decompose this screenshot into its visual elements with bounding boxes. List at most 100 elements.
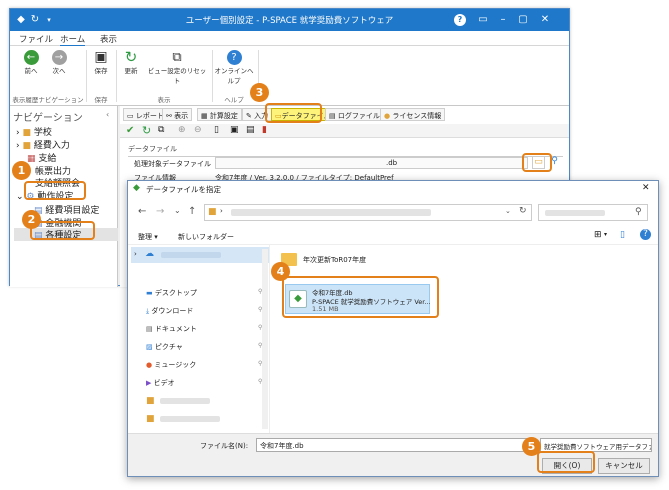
tab-display[interactable]: ⚯ 表示 — [162, 108, 193, 121]
sidebar-item-videos[interactable]: ▶ ビデオ — [146, 378, 175, 388]
help-circle-icon: ? — [226, 50, 242, 65]
arrow-right-icon: → — [51, 50, 67, 65]
sidebar-scrollbar[interactable] — [262, 249, 268, 429]
nav-header: ナビゲーション — [13, 113, 83, 124]
panel-toolbar: ✔ ↻ ⧉ ⊕ ⊖ ▯ ▣ ▤ ▮ — [120, 124, 569, 138]
key-icon: ● — [384, 112, 391, 120]
step-badge-1: 1 — [12, 161, 31, 180]
nav-item-payment[interactable]: ▦ 支給 — [27, 151, 56, 164]
highlight-file-item — [282, 276, 439, 318]
refresh-icon[interactable]: ↻ — [519, 206, 527, 216]
document-icon[interactable]: ▯ — [214, 125, 219, 135]
sidebar-item-documents[interactable]: ▤ ドキュメント — [146, 324, 197, 334]
highlight-open-button — [537, 451, 595, 473]
music-icon: ● — [146, 361, 153, 369]
check-icon[interactable]: ✔ — [126, 125, 134, 136]
folder-icon: ■ — [22, 141, 31, 151]
sidebar-item-pictures[interactable]: ▨ ピクチャ — [146, 342, 183, 352]
maximize-icon[interactable]: ▢ — [516, 13, 530, 27]
filename-input[interactable]: 令和7年度.db — [256, 438, 536, 452]
picture-icon: ▨ — [146, 343, 153, 351]
filetype-select[interactable]: 就学奨励費ソフトウェア用データファ — [540, 438, 652, 452]
arrow-left-icon: ← — [23, 50, 39, 65]
file-list: 年次更新ToR07年度 ◆ 令和7年度.db P-SPACE 就学奨励費ソフトウ… — [271, 245, 658, 433]
recent-dropdown-icon[interactable]: ⌄ — [174, 206, 181, 215]
expand-icon: › — [16, 141, 20, 151]
menu-file[interactable]: ファイル — [19, 33, 53, 45]
ribbon-toggle-icon[interactable]: ▭ — [476, 13, 490, 27]
save-button[interactable]: ▣ 保存 — [90, 49, 112, 76]
payment-icon: ▦ — [27, 154, 36, 164]
nav-item-expense[interactable]: › ■ 経費入力 — [16, 138, 70, 151]
print-icon[interactable]: ▣ — [230, 125, 239, 135]
help-icon[interactable]: ? — [640, 229, 651, 240]
filename-label: ファイル名(N): — [200, 442, 249, 450]
dialog-title: データファイルを指定 — [146, 185, 221, 194]
collapse-icon: ⌄ — [16, 192, 24, 202]
collapse-nav-icon[interactable]: ‹ — [106, 110, 109, 119]
ribbon: ← 前へ → 次へ 表示履歴ナビゲーション ▣ 保存 保存 ↻ 更新 ⧉ ビュー設定のリセ… — [10, 46, 569, 106]
video-icon: ▶ — [146, 379, 152, 387]
nav-item-school[interactable]: › ■ 学校 — [16, 125, 52, 138]
down-icon[interactable]: ⊖ — [194, 125, 202, 135]
target-file-input[interactable]: .db — [215, 157, 528, 169]
minimize-icon[interactable]: – — [496, 13, 510, 27]
reset-view-icon: ⧉ — [172, 50, 182, 65]
tab-license[interactable]: ● ライセンス情報 — [380, 108, 446, 121]
dialog-sidebar: › ☁ ▬ デスクトップ ⤓ ダウンロード ▤ ドキュメント ▨ ピクチャ ● … — [128, 245, 270, 433]
up-icon[interactable]: ⊕ — [178, 125, 186, 135]
back-button[interactable]: ← 前へ — [20, 50, 42, 75]
address-row: ← → ⌄ ↑ ■ › ⌄ ↻ ⚲ — [128, 197, 658, 227]
folder-icon: ■ — [146, 414, 155, 424]
export-icon[interactable]: ⧉ — [158, 125, 164, 135]
menu-home[interactable]: ホーム — [60, 33, 86, 47]
preview-icon[interactable]: ▤ — [246, 125, 255, 135]
group-save: 保存 — [94, 96, 108, 104]
nav-item-expense-items[interactable]: ▤ 経費項目設定 — [34, 203, 99, 216]
reset-view-button[interactable]: ⧉ ビュー設定のリセット — [146, 50, 208, 85]
sidebar-item-downloads[interactable]: ⤓ ダウンロード — [146, 306, 193, 316]
refresh-icon: ↻ — [124, 48, 138, 66]
menu-view[interactable]: 表示 — [100, 33, 117, 45]
step-badge-5: 5 — [522, 437, 541, 456]
close-icon[interactable]: ✕ — [642, 183, 650, 193]
forward-arrow-icon[interactable]: → — [156, 206, 164, 217]
search-input[interactable]: ⚲ — [538, 204, 648, 221]
save-icon: ▣ — [94, 49, 108, 65]
refresh-icon[interactable]: ↻ — [142, 124, 151, 137]
group-help: ヘルプ — [224, 96, 244, 104]
organize-menu[interactable]: 整理 ▾ — [138, 232, 158, 242]
cancel-button[interactable]: キャンセル — [598, 458, 650, 474]
step-badge-3: 3 — [250, 83, 269, 102]
view-options-icon[interactable]: ⊞ — [594, 230, 602, 240]
refresh-button[interactable]: ↻ 更新 — [120, 48, 142, 76]
new-folder-button[interactable]: 新しいフォルダー — [178, 232, 234, 242]
pdf-icon[interactable]: ▮ — [262, 125, 267, 135]
address-dropdown-icon[interactable]: ⌄ — [505, 207, 511, 215]
sidebar-item-desktop[interactable]: ▬ デスクトップ — [146, 288, 197, 298]
help-icon[interactable]: ? — [454, 14, 466, 26]
desktop-icon: ▬ — [146, 289, 153, 297]
up-folder-icon[interactable]: ↑ — [188, 206, 196, 217]
sidebar-item-music[interactable]: ● ミュージック — [146, 360, 196, 370]
folder-item[interactable]: 年次更新ToR07年度 — [303, 255, 366, 265]
tab-calc-settings[interactable]: ▦ 計算設定 — [197, 108, 242, 121]
view-dropdown-icon[interactable]: ▾ — [604, 231, 607, 238]
cloud-icon: ☁ — [145, 249, 154, 259]
section-header: データファイル — [128, 144, 563, 157]
tab-log-file[interactable]: ▤ ログファイル — [325, 108, 384, 121]
online-help-button[interactable]: ? オンラインヘルプ — [214, 50, 254, 85]
step-badge-4: 4 — [271, 262, 290, 281]
group-view: 表示 — [157, 96, 171, 104]
forward-button[interactable]: → 次へ — [48, 50, 70, 75]
step-badge-2: 2 — [22, 210, 41, 229]
preview-pane-icon[interactable]: ▯ — [620, 230, 625, 240]
command-bar: 整理 ▾ 新しいフォルダー ⊞ ▾ ▯ ? — [128, 227, 658, 245]
close-icon[interactable]: ✕ — [538, 13, 552, 27]
folder-icon: ■ — [208, 207, 217, 217]
back-arrow-icon[interactable]: ← — [138, 206, 146, 217]
breadcrumb-chevron-icon: › — [220, 207, 223, 215]
address-bar[interactable]: ■ › ⌄ ↻ — [204, 204, 532, 221]
highlight-operation-settings — [24, 181, 86, 200]
sidebar-item-cloud[interactable]: › ☁ — [131, 247, 269, 263]
